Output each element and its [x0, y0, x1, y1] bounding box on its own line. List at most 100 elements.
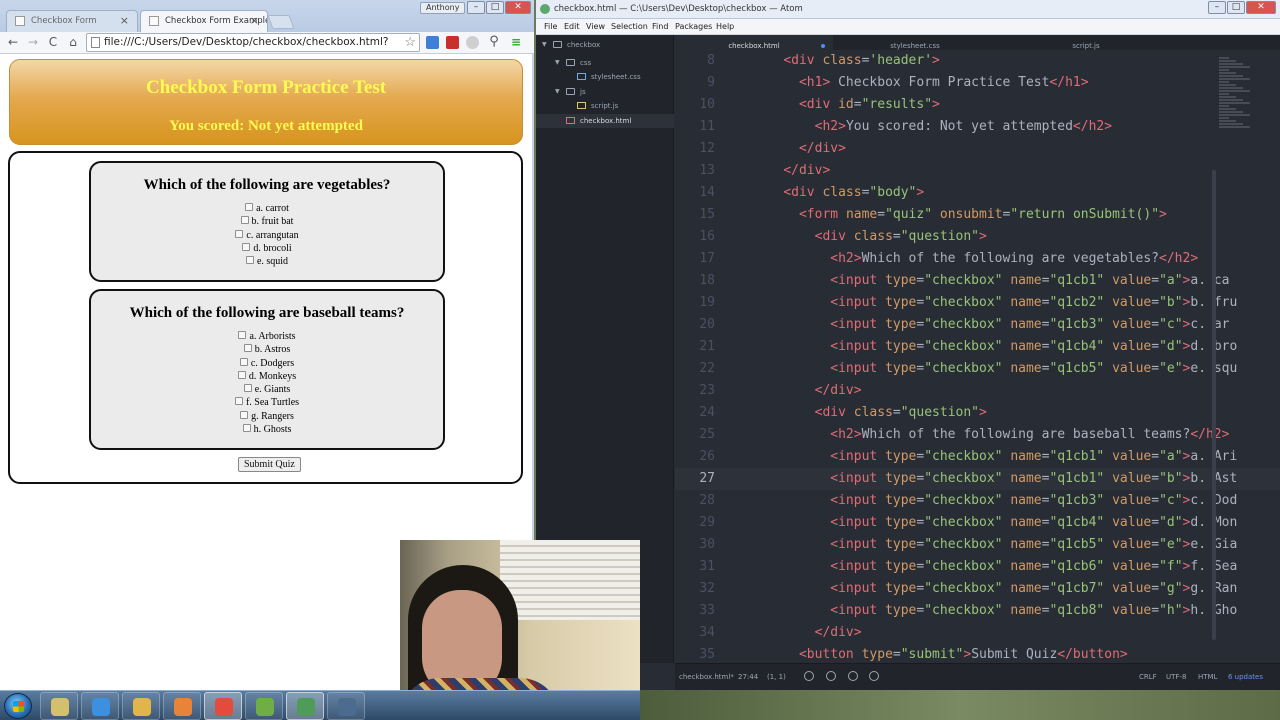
option-astros[interactable]: b. Astros — [91, 343, 443, 356]
code-text[interactable]: <input type="checkbox" name="q1cb3" valu… — [752, 490, 1237, 512]
code-line[interactable]: 20 <input type="checkbox" name="q1cb3" v… — [675, 314, 1280, 336]
code-text[interactable]: <input type="checkbox" name="q1cb1" valu… — [752, 270, 1229, 292]
code-line[interactable]: 11 <h2>You scored: Not yet attempted</h2… — [675, 116, 1280, 138]
option-rangers[interactable]: g. Rangers — [91, 410, 443, 423]
code-line[interactable]: 8 <div class='header'> — [675, 50, 1280, 72]
code-text[interactable]: </div> — [752, 380, 862, 402]
code-line[interactable]: 14 <div class="body"> — [675, 182, 1280, 204]
code-text[interactable]: <div class="question"> — [752, 402, 987, 424]
user-profile-badge[interactable]: Anthony — [420, 2, 466, 14]
git-branch-icon[interactable] — [804, 671, 814, 681]
tree-item-stylesheet[interactable]: stylesheet.css — [536, 70, 674, 84]
code-text[interactable]: </div> — [752, 160, 830, 182]
checkbox[interactable] — [242, 424, 251, 433]
code-text[interactable]: <h2>Which of the following are baseball … — [752, 424, 1229, 446]
tasks-icon[interactable] — [848, 671, 858, 681]
search-icon[interactable]: ⚲ — [486, 34, 502, 50]
code-line[interactable]: 27 <input type="checkbox" name="q1cb1" v… — [675, 468, 1280, 490]
code-text[interactable]: <div class='header'> — [752, 50, 940, 72]
code-line[interactable]: 23 </div> — [675, 380, 1280, 402]
close-tab-icon[interactable]: × — [250, 14, 259, 27]
code-text[interactable]: <input type="checkbox" name="q1cb4" valu… — [752, 512, 1237, 534]
minimize-button[interactable]: – — [467, 1, 485, 14]
menu-file[interactable]: File — [544, 22, 557, 31]
code-text[interactable]: <div class="question"> — [752, 226, 987, 248]
option-arborists[interactable]: a. Arborists — [91, 330, 443, 343]
checkbox[interactable] — [234, 397, 243, 406]
checkbox[interactable] — [245, 203, 254, 211]
code-text[interactable]: <input type="checkbox" name="q1cb5" valu… — [752, 358, 1237, 380]
address-bar[interactable]: file:///C:/Users/Dev/Desktop/checkbox/ch… — [86, 33, 420, 52]
menu-packages[interactable]: Packages — [675, 22, 712, 31]
checkbox[interactable] — [245, 256, 254, 265]
info-icon[interactable] — [869, 671, 879, 681]
checkbox[interactable] — [240, 216, 249, 225]
minimap[interactable] — [1219, 57, 1259, 137]
maximize-button[interactable]: □ — [486, 1, 504, 14]
option-monkeys[interactable]: d. Monkeys — [91, 370, 443, 383]
browser-tab-checkbox-form[interactable]: Checkbox Form × — [6, 10, 138, 32]
extension-record-icon[interactable] — [446, 36, 459, 49]
option-giants[interactable]: e. Giants — [91, 383, 443, 396]
taskbar-button[interactable] — [122, 692, 160, 720]
reload-icon[interactable]: C — [45, 34, 61, 50]
code-text[interactable]: <button type="submit">Submit Quiz</butto… — [752, 644, 1128, 663]
tree-root-checkbox[interactable]: ▼ checkbox — [536, 38, 674, 52]
code-text[interactable]: </div> — [752, 622, 862, 644]
code-line[interactable]: 29 <input type="checkbox" name="q1cb4" v… — [675, 512, 1280, 534]
taskbar-button[interactable] — [327, 692, 365, 720]
checkbox[interactable] — [243, 384, 252, 393]
code-line[interactable]: 25 <h2>Which of the following are baseba… — [675, 424, 1280, 446]
code-text[interactable]: <input type="checkbox" name="q1cb5" valu… — [752, 534, 1237, 556]
code-text[interactable]: <input type="checkbox" name="q1cb3" valu… — [752, 314, 1229, 336]
option-dodgers[interactable]: c. Dodgers — [91, 357, 443, 370]
code-line[interactable]: 24 <div class="question"> — [675, 402, 1280, 424]
status-cursor-position[interactable]: 27:44 — [738, 673, 758, 681]
taskbar-button[interactable] — [245, 692, 283, 720]
option-carrot[interactable]: a. carrot — [91, 202, 443, 215]
code-line[interactable]: 9 <h1> Checkbox Form Practice Test</h1> — [675, 72, 1280, 94]
code-text[interactable]: <div id="results"> — [752, 94, 940, 116]
code-text[interactable]: </div> — [752, 138, 846, 160]
status-line-ending[interactable]: CRLF — [1139, 673, 1157, 681]
checkbox[interactable] — [238, 331, 247, 339]
chevron-down-icon[interactable]: ▼ — [555, 85, 560, 99]
code-text[interactable]: <input type="checkbox" name="q1cb6" valu… — [752, 556, 1237, 578]
option-arrangutan[interactable]: c. arrangutan — [91, 229, 443, 242]
editor-scrollbar[interactable] — [1212, 170, 1216, 640]
code-line[interactable]: 30 <input type="checkbox" name="q1cb5" v… — [675, 534, 1280, 556]
chevron-down-icon[interactable]: ▼ — [542, 38, 547, 52]
option-fruit-bat[interactable]: b. fruit bat — [91, 215, 443, 228]
code-text[interactable]: <h1> Checkbox Form Practice Test</h1> — [752, 72, 1089, 94]
minimize-button[interactable]: – — [1208, 1, 1226, 14]
new-tab-button[interactable] — [267, 15, 295, 29]
status-selection[interactable]: (1, 1) — [767, 673, 786, 681]
code-text[interactable]: <input type="checkbox" name="q1cb2" valu… — [752, 292, 1237, 314]
code-line[interactable]: 15 <form name="quiz" onsubmit="return on… — [675, 204, 1280, 226]
status-grammar[interactable]: HTML — [1198, 673, 1217, 681]
taskbar-button[interactable] — [286, 692, 324, 720]
status-file[interactable]: checkbox.html* — [679, 673, 734, 681]
option-brocoli[interactable]: d. brocoli — [91, 242, 443, 255]
option-ghosts[interactable]: h. Ghosts — [91, 423, 443, 436]
close-tab-icon[interactable]: × — [120, 14, 129, 27]
code-line[interactable]: 34 </div> — [675, 622, 1280, 644]
taskbar-button[interactable] — [163, 692, 201, 720]
code-line[interactable]: 35 <button type="submit">Submit Quiz</bu… — [675, 644, 1280, 663]
checkbox[interactable] — [237, 370, 246, 379]
tree-item-checkbox-html[interactable]: checkbox.html — [536, 114, 674, 128]
code-line[interactable]: 17 <h2>Which of the following are vegeta… — [675, 248, 1280, 270]
taskbar-button[interactable] — [204, 692, 242, 720]
submit-quiz-button[interactable]: Submit Quiz — [238, 457, 301, 472]
code-line[interactable]: 33 <input type="checkbox" name="q1cb8" v… — [675, 600, 1280, 622]
browser-tab-checkbox-form-example[interactable]: Checkbox Form Example × — [140, 10, 268, 32]
code-text[interactable]: <input type="checkbox" name="q1cb4" valu… — [752, 336, 1237, 358]
extension-check-icon[interactable] — [426, 36, 439, 49]
checkbox[interactable] — [243, 344, 252, 353]
code-line[interactable]: 10 <div id="results"> — [675, 94, 1280, 116]
menu-view[interactable]: View — [586, 22, 605, 31]
code-line[interactable]: 32 <input type="checkbox" name="q1cb7" v… — [675, 578, 1280, 600]
code-text[interactable]: <input type="checkbox" name="q1cb8" valu… — [752, 600, 1237, 622]
code-text[interactable]: <div class="body"> — [752, 182, 924, 204]
checkbox[interactable] — [239, 357, 248, 366]
